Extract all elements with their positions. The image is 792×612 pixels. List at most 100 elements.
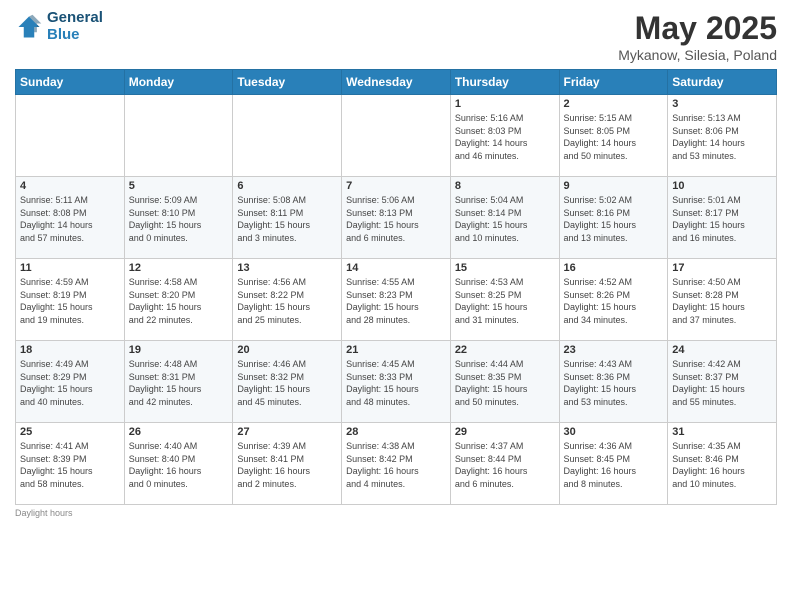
calendar-cell-4-5: 30 Sunrise: 4:36 AM Sunset: 8:45 PM Dayli… <box>559 423 668 505</box>
day-detail: Sunrise: 5:13 AM Sunset: 8:06 PM Dayligh… <box>672 112 772 162</box>
col-sunday: Sunday <box>16 70 125 95</box>
day-detail: Sunrise: 4:40 AM Sunset: 8:40 PM Dayligh… <box>129 440 229 490</box>
week-row-2: 11 Sunrise: 4:59 AM Sunset: 8:19 PM Dayli… <box>16 259 777 341</box>
location: Mykanow, Silesia, Poland <box>618 47 777 63</box>
calendar-cell-1-5: 9Sunrise: 5:02 AM Sunset: 8:16 PM Daylig… <box>559 177 668 259</box>
calendar-cell-4-2: 27Sunrise: 4:39 AM Sunset: 8:41 PM Dayli… <box>233 423 342 505</box>
day-detail: Sunrise: 4:49 AM Sunset: 8:29 PM Dayligh… <box>20 358 120 408</box>
day-number: 7 <box>346 180 446 192</box>
calendar-cell-2-6: 17Sunrise: 4:50 AM Sunset: 8:28 PM Dayli… <box>668 259 777 341</box>
day-number: 13 <box>237 262 337 274</box>
day-detail: Sunrise: 4:45 AM Sunset: 8:33 PM Dayligh… <box>346 358 446 408</box>
calendar-cell-1-2: 6 Sunrise: 5:08 AM Sunset: 8:11 PM Daylig… <box>233 177 342 259</box>
col-saturday: Saturday <box>668 70 777 95</box>
day-detail: Sunrise: 4:58 AM Sunset: 8:20 PM Dayligh… <box>129 276 229 326</box>
calendar-cell-2-1: 12 Sunrise: 4:58 AM Sunset: 8:20 PM Dayli… <box>124 259 233 341</box>
day-detail: Sunrise: 4:56 AM Sunset: 8:22 PM Dayligh… <box>237 276 337 326</box>
calendar-cell-3-2: 20Sunrise: 4:46 AM Sunset: 8:32 PM Dayli… <box>233 341 342 423</box>
calendar-cell-4-0: 25 Sunrise: 4:41 AM Sunset: 8:39 PM Dayli… <box>16 423 125 505</box>
day-number: 24 <box>672 344 772 356</box>
footer-daylight: Daylight hours <box>15 508 777 518</box>
day-number: 12 <box>129 262 229 274</box>
col-friday: Friday <box>559 70 668 95</box>
day-number: 22 <box>455 344 555 356</box>
day-number: 14 <box>346 262 446 274</box>
calendar-cell-4-1: 26Sunrise: 4:40 AM Sunset: 8:40 PM Dayli… <box>124 423 233 505</box>
week-row-1: 4Sunrise: 5:11 AM Sunset: 8:08 PM Daylig… <box>16 177 777 259</box>
week-row-4: 25 Sunrise: 4:41 AM Sunset: 8:39 PM Dayli… <box>16 423 777 505</box>
day-detail: Sunrise: 4:44 AM Sunset: 8:35 PM Dayligh… <box>455 358 555 408</box>
day-detail: Sunrise: 5:02 AM Sunset: 8:16 PM Dayligh… <box>564 194 664 244</box>
calendar-cell-3-4: 22 Sunrise: 4:44 AM Sunset: 8:35 PM Dayli… <box>450 341 559 423</box>
week-row-3: 18 Sunrise: 4:49 AM Sunset: 8:29 PM Dayli… <box>16 341 777 423</box>
calendar-cell-0-5: 2 Sunrise: 5:15 AM Sunset: 8:05 PM Daylig… <box>559 95 668 177</box>
day-number: 15 <box>455 262 555 274</box>
day-detail: Sunrise: 5:09 AM Sunset: 8:10 PM Dayligh… <box>129 194 229 244</box>
calendar-cell-0-1 <box>124 95 233 177</box>
col-tuesday: Tuesday <box>233 70 342 95</box>
day-detail: Sunrise: 4:37 AM Sunset: 8:44 PM Dayligh… <box>455 440 555 490</box>
day-number: 3 <box>672 98 772 110</box>
calendar-cell-0-6: 3 Sunrise: 5:13 AM Sunset: 8:06 PM Daylig… <box>668 95 777 177</box>
day-detail: Sunrise: 4:59 AM Sunset: 8:19 PM Dayligh… <box>20 276 120 326</box>
calendar-cell-1-1: 5Sunrise: 5:09 AM Sunset: 8:10 PM Daylig… <box>124 177 233 259</box>
header: General Blue May 2025 Mykanow, Silesia, … <box>15 10 777 63</box>
day-number: 18 <box>20 344 120 356</box>
calendar-cell-3-1: 19Sunrise: 4:48 AM Sunset: 8:31 PM Dayli… <box>124 341 233 423</box>
calendar-cell-1-6: 10 Sunrise: 5:01 AM Sunset: 8:17 PM Dayli… <box>668 177 777 259</box>
day-detail: Sunrise: 5:04 AM Sunset: 8:14 PM Dayligh… <box>455 194 555 244</box>
calendar-cell-4-4: 29 Sunrise: 4:37 AM Sunset: 8:44 PM Dayli… <box>450 423 559 505</box>
day-detail: Sunrise: 4:41 AM Sunset: 8:39 PM Dayligh… <box>20 440 120 490</box>
day-detail: Sunrise: 5:15 AM Sunset: 8:05 PM Dayligh… <box>564 112 664 162</box>
calendar-cell-4-3: 28 Sunrise: 4:38 AM Sunset: 8:42 PM Dayli… <box>342 423 451 505</box>
day-number: 28 <box>346 426 446 438</box>
calendar-cell-2-0: 11 Sunrise: 4:59 AM Sunset: 8:19 PM Dayli… <box>16 259 125 341</box>
calendar-cell-2-4: 15Sunrise: 4:53 AM Sunset: 8:25 PM Dayli… <box>450 259 559 341</box>
calendar-cell-3-3: 21 Sunrise: 4:45 AM Sunset: 8:33 PM Dayli… <box>342 341 451 423</box>
calendar-cell-1-4: 8 Sunrise: 5:04 AM Sunset: 8:14 PM Daylig… <box>450 177 559 259</box>
calendar-cell-2-3: 14 Sunrise: 4:55 AM Sunset: 8:23 PM Dayli… <box>342 259 451 341</box>
day-number: 1 <box>455 98 555 110</box>
day-number: 21 <box>346 344 446 356</box>
day-detail: Sunrise: 4:55 AM Sunset: 8:23 PM Dayligh… <box>346 276 446 326</box>
calendar-cell-4-6: 31 Sunrise: 4:35 AM Sunset: 8:46 PM Dayli… <box>668 423 777 505</box>
day-number: 23 <box>564 344 664 356</box>
calendar-cell-2-5: 16 Sunrise: 4:52 AM Sunset: 8:26 PM Dayli… <box>559 259 668 341</box>
day-number: 6 <box>237 180 337 192</box>
day-number: 29 <box>455 426 555 438</box>
col-wednesday: Wednesday <box>342 70 451 95</box>
day-detail: Sunrise: 4:52 AM Sunset: 8:26 PM Dayligh… <box>564 276 664 326</box>
day-detail: Sunrise: 4:50 AM Sunset: 8:28 PM Dayligh… <box>672 276 772 326</box>
calendar-cell-3-5: 23Sunrise: 4:43 AM Sunset: 8:36 PM Dayli… <box>559 341 668 423</box>
calendar-cell-3-0: 18 Sunrise: 4:49 AM Sunset: 8:29 PM Dayli… <box>16 341 125 423</box>
day-number: 30 <box>564 426 664 438</box>
day-detail: Sunrise: 4:38 AM Sunset: 8:42 PM Dayligh… <box>346 440 446 490</box>
day-number: 16 <box>564 262 664 274</box>
day-detail: Sunrise: 4:35 AM Sunset: 8:46 PM Dayligh… <box>672 440 772 490</box>
calendar-cell-0-4: 1Sunrise: 5:16 AM Sunset: 8:03 PM Daylig… <box>450 95 559 177</box>
logo: General Blue <box>15 10 103 43</box>
day-detail: Sunrise: 4:46 AM Sunset: 8:32 PM Dayligh… <box>237 358 337 408</box>
day-number: 31 <box>672 426 772 438</box>
calendar-cell-2-2: 13 Sunrise: 4:56 AM Sunset: 8:22 PM Dayli… <box>233 259 342 341</box>
day-number: 25 <box>20 426 120 438</box>
day-detail: Sunrise: 5:01 AM Sunset: 8:17 PM Dayligh… <box>672 194 772 244</box>
page: General Blue May 2025 Mykanow, Silesia, … <box>0 0 792 612</box>
day-number: 4 <box>20 180 120 192</box>
logo-text: General Blue <box>47 10 103 43</box>
day-number: 8 <box>455 180 555 192</box>
calendar-cell-1-3: 7 Sunrise: 5:06 AM Sunset: 8:13 PM Daylig… <box>342 177 451 259</box>
day-detail: Sunrise: 4:42 AM Sunset: 8:37 PM Dayligh… <box>672 358 772 408</box>
day-number: 10 <box>672 180 772 192</box>
calendar-cell-3-6: 24 Sunrise: 4:42 AM Sunset: 8:37 PM Dayli… <box>668 341 777 423</box>
day-number: 2 <box>564 98 664 110</box>
day-number: 27 <box>237 426 337 438</box>
day-number: 11 <box>20 262 120 274</box>
month-year: May 2025 <box>618 10 777 47</box>
day-detail: Sunrise: 5:06 AM Sunset: 8:13 PM Dayligh… <box>346 194 446 244</box>
day-detail: Sunrise: 5:08 AM Sunset: 8:11 PM Dayligh… <box>237 194 337 244</box>
calendar-cell-0-3 <box>342 95 451 177</box>
col-monday: Monday <box>124 70 233 95</box>
day-detail: Sunrise: 4:36 AM Sunset: 8:45 PM Dayligh… <box>564 440 664 490</box>
logo-icon <box>15 13 43 41</box>
